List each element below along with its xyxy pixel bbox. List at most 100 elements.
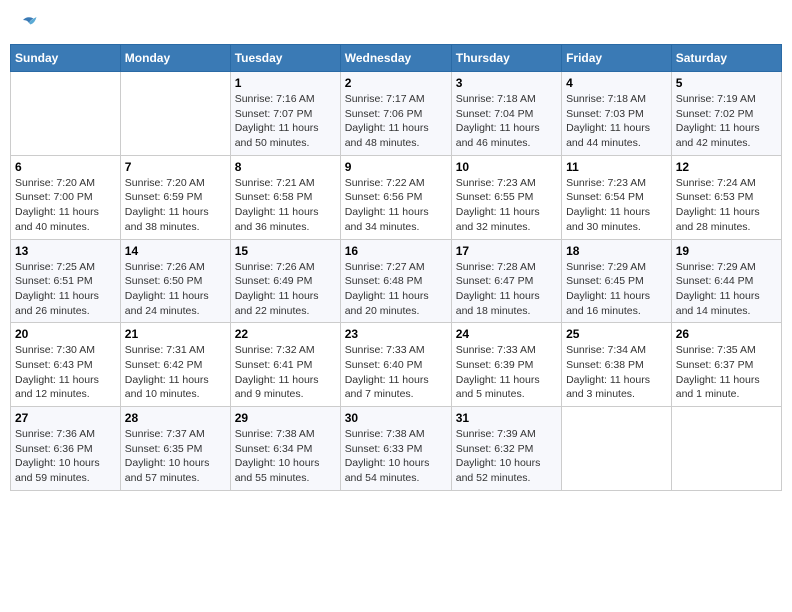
day-number: 22 (235, 327, 336, 341)
day-info: Sunrise: 7:22 AMSunset: 6:56 PMDaylight:… (345, 176, 447, 235)
logo (18, 14, 38, 32)
calendar-cell: 31 Sunrise: 7:39 AMSunset: 6:32 PMDaylig… (451, 407, 561, 491)
calendar-table: SundayMondayTuesdayWednesdayThursdayFrid… (10, 44, 782, 491)
day-info: Sunrise: 7:24 AMSunset: 6:53 PMDaylight:… (676, 176, 777, 235)
day-number: 20 (15, 327, 116, 341)
calendar-cell: 20 Sunrise: 7:30 AMSunset: 6:43 PMDaylig… (11, 323, 121, 407)
calendar-cell: 5 Sunrise: 7:19 AMSunset: 7:02 PMDayligh… (671, 72, 781, 156)
calendar-week-3: 20 Sunrise: 7:30 AMSunset: 6:43 PMDaylig… (11, 323, 782, 407)
day-number: 18 (566, 244, 667, 258)
day-info: Sunrise: 7:33 AMSunset: 6:39 PMDaylight:… (456, 343, 557, 402)
day-info: Sunrise: 7:34 AMSunset: 6:38 PMDaylight:… (566, 343, 667, 402)
day-info: Sunrise: 7:21 AMSunset: 6:58 PMDaylight:… (235, 176, 336, 235)
day-info: Sunrise: 7:23 AMSunset: 6:54 PMDaylight:… (566, 176, 667, 235)
page-header (10, 10, 782, 36)
calendar-cell: 14 Sunrise: 7:26 AMSunset: 6:50 PMDaylig… (120, 239, 230, 323)
calendar-week-0: 1 Sunrise: 7:16 AMSunset: 7:07 PMDayligh… (11, 72, 782, 156)
day-number: 3 (456, 76, 557, 90)
day-number: 12 (676, 160, 777, 174)
calendar-body: 1 Sunrise: 7:16 AMSunset: 7:07 PMDayligh… (11, 72, 782, 491)
logo-bird-icon (20, 14, 38, 32)
day-number: 17 (456, 244, 557, 258)
calendar-cell: 10 Sunrise: 7:23 AMSunset: 6:55 PMDaylig… (451, 155, 561, 239)
calendar-cell: 3 Sunrise: 7:18 AMSunset: 7:04 PMDayligh… (451, 72, 561, 156)
weekday-header-row: SundayMondayTuesdayWednesdayThursdayFrid… (11, 45, 782, 72)
day-number: 19 (676, 244, 777, 258)
calendar-cell: 27 Sunrise: 7:36 AMSunset: 6:36 PMDaylig… (11, 407, 121, 491)
calendar-cell: 23 Sunrise: 7:33 AMSunset: 6:40 PMDaylig… (340, 323, 451, 407)
calendar-cell: 24 Sunrise: 7:33 AMSunset: 6:39 PMDaylig… (451, 323, 561, 407)
calendar-cell: 15 Sunrise: 7:26 AMSunset: 6:49 PMDaylig… (230, 239, 340, 323)
day-number: 9 (345, 160, 447, 174)
day-info: Sunrise: 7:26 AMSunset: 6:50 PMDaylight:… (125, 260, 226, 319)
day-number: 15 (235, 244, 336, 258)
day-number: 11 (566, 160, 667, 174)
calendar-cell (671, 407, 781, 491)
calendar-cell: 8 Sunrise: 7:21 AMSunset: 6:58 PMDayligh… (230, 155, 340, 239)
day-number: 7 (125, 160, 226, 174)
day-info: Sunrise: 7:33 AMSunset: 6:40 PMDaylight:… (345, 343, 447, 402)
weekday-friday: Friday (562, 45, 672, 72)
calendar-cell: 21 Sunrise: 7:31 AMSunset: 6:42 PMDaylig… (120, 323, 230, 407)
calendar-cell (562, 407, 672, 491)
calendar-cell: 19 Sunrise: 7:29 AMSunset: 6:44 PMDaylig… (671, 239, 781, 323)
day-info: Sunrise: 7:30 AMSunset: 6:43 PMDaylight:… (15, 343, 116, 402)
calendar-cell: 22 Sunrise: 7:32 AMSunset: 6:41 PMDaylig… (230, 323, 340, 407)
day-number: 23 (345, 327, 447, 341)
day-info: Sunrise: 7:19 AMSunset: 7:02 PMDaylight:… (676, 92, 777, 151)
calendar-cell: 6 Sunrise: 7:20 AMSunset: 7:00 PMDayligh… (11, 155, 121, 239)
calendar-cell: 30 Sunrise: 7:38 AMSunset: 6:33 PMDaylig… (340, 407, 451, 491)
day-number: 8 (235, 160, 336, 174)
day-info: Sunrise: 7:27 AMSunset: 6:48 PMDaylight:… (345, 260, 447, 319)
day-number: 1 (235, 76, 336, 90)
weekday-monday: Monday (120, 45, 230, 72)
day-info: Sunrise: 7:38 AMSunset: 6:34 PMDaylight:… (235, 427, 336, 486)
weekday-sunday: Sunday (11, 45, 121, 72)
day-number: 13 (15, 244, 116, 258)
day-number: 10 (456, 160, 557, 174)
day-info: Sunrise: 7:25 AMSunset: 6:51 PMDaylight:… (15, 260, 116, 319)
weekday-saturday: Saturday (671, 45, 781, 72)
calendar-cell: 7 Sunrise: 7:20 AMSunset: 6:59 PMDayligh… (120, 155, 230, 239)
day-number: 27 (15, 411, 116, 425)
day-number: 31 (456, 411, 557, 425)
day-info: Sunrise: 7:20 AMSunset: 6:59 PMDaylight:… (125, 176, 226, 235)
day-info: Sunrise: 7:26 AMSunset: 6:49 PMDaylight:… (235, 260, 336, 319)
day-info: Sunrise: 7:36 AMSunset: 6:36 PMDaylight:… (15, 427, 116, 486)
day-number: 29 (235, 411, 336, 425)
day-number: 16 (345, 244, 447, 258)
weekday-thursday: Thursday (451, 45, 561, 72)
day-info: Sunrise: 7:31 AMSunset: 6:42 PMDaylight:… (125, 343, 226, 402)
day-info: Sunrise: 7:37 AMSunset: 6:35 PMDaylight:… (125, 427, 226, 486)
calendar-cell: 9 Sunrise: 7:22 AMSunset: 6:56 PMDayligh… (340, 155, 451, 239)
calendar-week-4: 27 Sunrise: 7:36 AMSunset: 6:36 PMDaylig… (11, 407, 782, 491)
day-number: 4 (566, 76, 667, 90)
day-number: 25 (566, 327, 667, 341)
weekday-wednesday: Wednesday (340, 45, 451, 72)
day-info: Sunrise: 7:32 AMSunset: 6:41 PMDaylight:… (235, 343, 336, 402)
day-info: Sunrise: 7:23 AMSunset: 6:55 PMDaylight:… (456, 176, 557, 235)
day-info: Sunrise: 7:35 AMSunset: 6:37 PMDaylight:… (676, 343, 777, 402)
day-number: 30 (345, 411, 447, 425)
calendar-cell: 29 Sunrise: 7:38 AMSunset: 6:34 PMDaylig… (230, 407, 340, 491)
calendar-cell: 12 Sunrise: 7:24 AMSunset: 6:53 PMDaylig… (671, 155, 781, 239)
calendar-week-1: 6 Sunrise: 7:20 AMSunset: 7:00 PMDayligh… (11, 155, 782, 239)
weekday-tuesday: Tuesday (230, 45, 340, 72)
day-info: Sunrise: 7:28 AMSunset: 6:47 PMDaylight:… (456, 260, 557, 319)
day-number: 24 (456, 327, 557, 341)
calendar-week-2: 13 Sunrise: 7:25 AMSunset: 6:51 PMDaylig… (11, 239, 782, 323)
day-number: 26 (676, 327, 777, 341)
calendar-cell: 1 Sunrise: 7:16 AMSunset: 7:07 PMDayligh… (230, 72, 340, 156)
day-info: Sunrise: 7:16 AMSunset: 7:07 PMDaylight:… (235, 92, 336, 151)
day-info: Sunrise: 7:20 AMSunset: 7:00 PMDaylight:… (15, 176, 116, 235)
day-info: Sunrise: 7:29 AMSunset: 6:44 PMDaylight:… (676, 260, 777, 319)
calendar-cell: 18 Sunrise: 7:29 AMSunset: 6:45 PMDaylig… (562, 239, 672, 323)
calendar-cell: 4 Sunrise: 7:18 AMSunset: 7:03 PMDayligh… (562, 72, 672, 156)
calendar-cell: 28 Sunrise: 7:37 AMSunset: 6:35 PMDaylig… (120, 407, 230, 491)
day-number: 28 (125, 411, 226, 425)
calendar-cell (11, 72, 121, 156)
calendar-cell: 25 Sunrise: 7:34 AMSunset: 6:38 PMDaylig… (562, 323, 672, 407)
day-number: 14 (125, 244, 226, 258)
calendar-cell: 11 Sunrise: 7:23 AMSunset: 6:54 PMDaylig… (562, 155, 672, 239)
calendar-cell: 13 Sunrise: 7:25 AMSunset: 6:51 PMDaylig… (11, 239, 121, 323)
